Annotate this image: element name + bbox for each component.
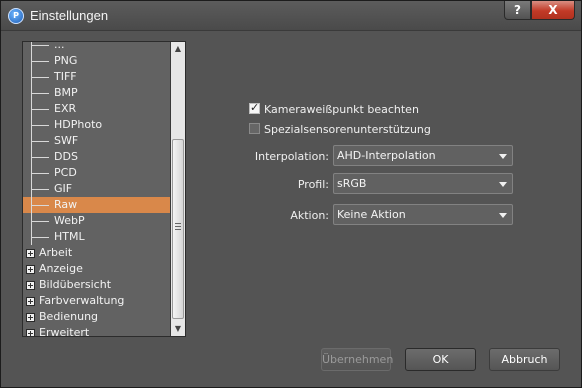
tree-item[interactable]: HTML — [23, 229, 170, 245]
tree-item-label: PCD — [54, 166, 77, 179]
profile-select[interactable]: sRGB — [333, 173, 513, 194]
special-sensor-checkbox[interactable] — [249, 123, 260, 134]
chevron-down-icon — [499, 213, 507, 218]
tree-item[interactable]: TIFF — [23, 69, 170, 85]
tree-item-label: GIF — [54, 182, 73, 195]
tree-item[interactable]: GIF — [23, 181, 170, 197]
profile-value: sRGB — [337, 177, 367, 190]
tree-item[interactable]: PNG — [23, 53, 170, 69]
tree-connector — [31, 157, 49, 158]
tree-item-label: Erweitert — [39, 326, 90, 336]
camera-wb-label: Kameraweißpunkt beachten — [264, 103, 419, 116]
interpolation-select[interactable]: AHD-Interpolation — [333, 145, 513, 166]
tree-connector — [31, 221, 49, 222]
title-bar[interactable]: P Einstellungen ? X — [1, 1, 581, 31]
scroll-up-icon[interactable]: ▲ — [171, 42, 185, 56]
settings-dialog: P Einstellungen ? X ... PNG TIFF BMP EXR HDPh… — [0, 0, 582, 388]
tree-connector — [31, 45, 49, 46]
tree-item[interactable]: PCD — [23, 165, 170, 181]
tree-connector — [31, 42, 32, 53]
tree-list: ... PNG TIFF BMP EXR HDPhoto SWF DDS PCD GIF Raw We… — [23, 42, 170, 336]
tree-item-label: Anzeige — [39, 262, 83, 275]
profile-label: Profil: — [297, 178, 329, 191]
action-select[interactable]: Keine Aktion — [333, 204, 513, 225]
ok-button[interactable]: OK — [405, 348, 476, 371]
interpolation-label: Interpolation: — [254, 150, 329, 163]
action-label: Aktion: — [290, 209, 329, 222]
app-logo-icon: P — [8, 8, 24, 24]
tree-item-label: WebP — [54, 214, 85, 227]
scroll-down-icon[interactable]: ▼ — [171, 322, 185, 336]
expand-plus-icon[interactable] — [26, 313, 35, 322]
tree-item[interactable]: WebP — [23, 213, 170, 229]
tree-group-item[interactable]: Bildübersicht — [23, 277, 170, 293]
chevron-down-icon — [499, 154, 507, 159]
tree-connector — [31, 205, 49, 206]
tree-item-label: DDS — [54, 150, 78, 163]
expand-plus-icon[interactable] — [26, 249, 35, 258]
tree-item-label: EXR — [54, 102, 77, 115]
close-button[interactable]: X — [531, 1, 575, 20]
tree-item-label: BMP — [54, 86, 78, 99]
special-sensor-label: Spezialsensorenunterstützung — [264, 123, 431, 136]
tree-connector — [31, 93, 49, 94]
tree-item-label: Arbeit — [39, 246, 73, 259]
expand-plus-icon[interactable] — [26, 329, 35, 336]
tree-item[interactable]: Raw — [23, 197, 170, 213]
tree-connector — [31, 141, 49, 142]
tree-group-item[interactable]: Bedienung — [23, 309, 170, 325]
tree-item-label: Bildübersicht — [39, 278, 112, 291]
tree-connector — [31, 77, 49, 78]
tree-item-label: TIFF — [54, 70, 77, 83]
expand-plus-icon[interactable] — [26, 265, 35, 274]
tree-item-label: Bedienung — [39, 310, 99, 323]
tree-item[interactable]: BMP — [23, 85, 170, 101]
tree-item-label: Farbverwaltung — [39, 294, 125, 307]
tree-connector — [31, 237, 49, 238]
tree-group-item[interactable]: Anzeige — [23, 261, 170, 277]
tree-item[interactable]: DDS — [23, 149, 170, 165]
tree-scrollbar[interactable]: ▲ ▼ — [170, 42, 185, 336]
tree-item[interactable]: ... — [23, 42, 170, 53]
chevron-down-icon — [499, 182, 507, 187]
expand-plus-icon[interactable] — [26, 281, 35, 290]
cancel-button[interactable]: Abbruch — [489, 348, 560, 371]
tree-item-label: Raw — [54, 198, 78, 211]
grip-icon — [175, 223, 181, 230]
expand-plus-icon[interactable] — [26, 297, 35, 306]
tree-item-label: SWF — [54, 134, 79, 147]
tree-item[interactable]: SWF — [23, 133, 170, 149]
category-tree[interactable]: ... PNG TIFF BMP EXR HDPhoto SWF DDS PCD GIF Raw We… — [22, 41, 186, 337]
tree-connector — [31, 125, 49, 126]
tree-group-item[interactable]: Arbeit — [23, 245, 170, 261]
apply-button[interactable]: Übernehmen — [321, 348, 393, 371]
tree-group-item[interactable]: Farbverwaltung — [23, 293, 170, 309]
camera-wb-checkbox[interactable] — [249, 101, 260, 114]
tree-connector — [31, 189, 49, 190]
action-value: Keine Aktion — [337, 208, 406, 221]
help-button[interactable]: ? — [504, 1, 531, 20]
interpolation-value: AHD-Interpolation — [337, 149, 436, 162]
tree-connector — [31, 109, 49, 110]
tree-item-label: PNG — [54, 54, 78, 67]
tree-item-label: HTML — [54, 230, 85, 243]
tree-item-label: HDPhoto — [54, 118, 103, 131]
window-title: Einstellungen — [30, 8, 109, 23]
scroll-thumb[interactable] — [172, 139, 184, 319]
tree-connector — [31, 173, 49, 174]
tree-item[interactable]: EXR — [23, 101, 170, 117]
tree-group-item[interactable]: Erweitert — [23, 325, 170, 336]
tree-item[interactable]: HDPhoto — [23, 117, 170, 133]
tree-connector — [31, 61, 49, 62]
tree-item-label: ... — [54, 42, 65, 51]
